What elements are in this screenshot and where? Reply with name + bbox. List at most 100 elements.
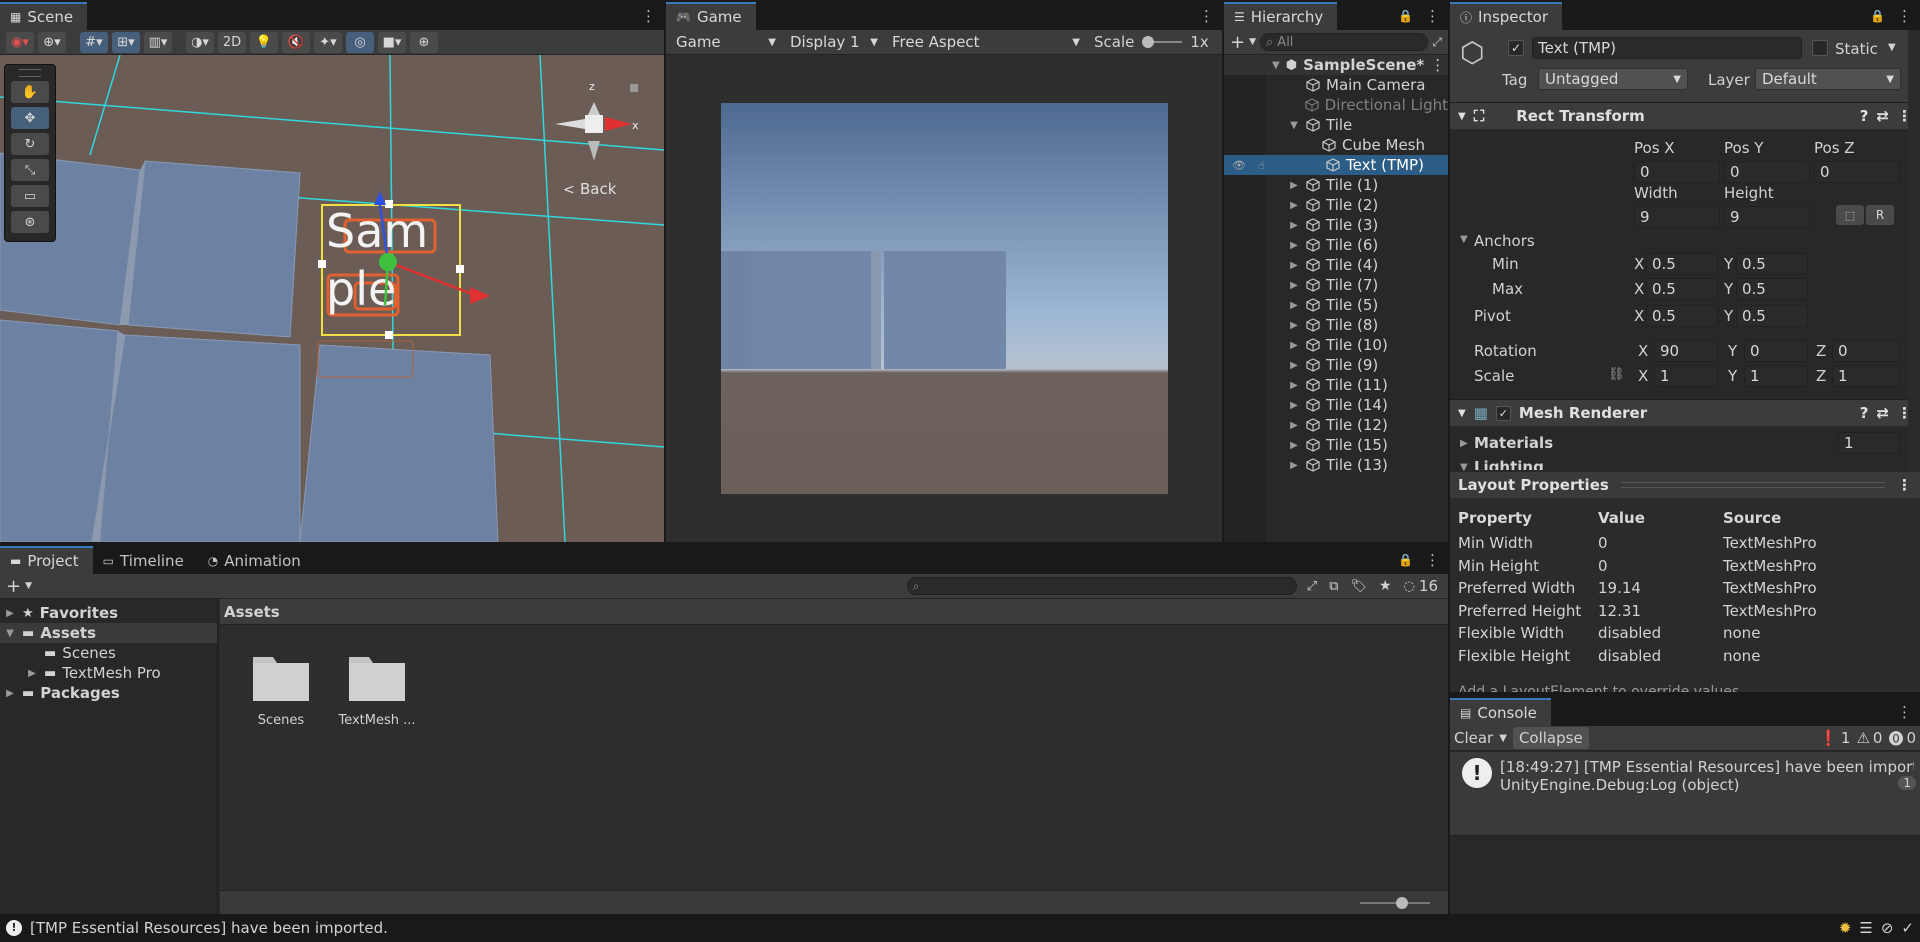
scale-z-input[interactable]: 1 bbox=[1832, 365, 1900, 387]
expand-arrow-icon[interactable]: ▶ bbox=[1288, 400, 1300, 411]
gizmos-icon[interactable]: ⊕ bbox=[410, 31, 438, 53]
expand-arrow-icon[interactable]: ▶ bbox=[1288, 420, 1300, 431]
more-menu-icon[interactable]: ⋮ bbox=[1430, 56, 1448, 74]
help-icon[interactable]: ? bbox=[1860, 107, 1869, 125]
expand-arrow-icon[interactable]: ▶ bbox=[1288, 320, 1300, 331]
hierarchy-search-input[interactable]: ⌕ All bbox=[1260, 33, 1429, 51]
hierarchy-item[interactable]: Directional Light bbox=[1224, 95, 1448, 115]
log-toggle[interactable]: ❗ 1 bbox=[1819, 729, 1850, 747]
add-icon[interactable]: + bbox=[1230, 32, 1245, 53]
asset-tile[interactable]: TextMesh ... bbox=[338, 649, 416, 728]
hierarchy-item[interactable]: Main Camera bbox=[1224, 75, 1448, 95]
hierarchy-item[interactable]: ▶ Tile (3) bbox=[1224, 215, 1448, 235]
mesh-renderer-enabled-checkbox[interactable]: ✓ bbox=[1495, 405, 1511, 421]
anchor-max-x-input[interactable]: 0.5 bbox=[1646, 278, 1718, 300]
asset-tile[interactable]: Scenes bbox=[242, 649, 320, 728]
add-icon[interactable]: + bbox=[6, 576, 21, 597]
collapse-arrow-icon[interactable]: ▼ bbox=[1272, 60, 1280, 71]
search-mode-icon[interactable]: ⤢ bbox=[1307, 579, 1317, 594]
layer-dropdown[interactable]: Default ▼ bbox=[1755, 68, 1901, 90]
tab-inspector[interactable]: ⓘ Inspector bbox=[1450, 2, 1562, 30]
anchor-min-x-input[interactable]: 0.5 bbox=[1646, 253, 1718, 275]
collapse-button[interactable]: Collapse bbox=[1512, 727, 1589, 749]
inspector-scrollbar[interactable] bbox=[1908, 30, 1920, 472]
scene-viewport[interactable]: Sam ple x z Back < bbox=[0, 55, 664, 542]
rect-tool-icon[interactable]: ▭ bbox=[11, 185, 49, 207]
drag-handle-icon[interactable] bbox=[19, 69, 41, 77]
expand-arrow-icon[interactable]: ▶ bbox=[1288, 220, 1300, 231]
clear-button[interactable]: Clear bbox=[1454, 729, 1493, 747]
anchor-max-y-input[interactable]: 0.5 bbox=[1736, 278, 1808, 300]
chevron-down-icon[interactable]: ▼ bbox=[1499, 733, 1507, 744]
transform-tool-icon[interactable]: ⊛ bbox=[11, 211, 49, 233]
preset-icon[interactable]: ⇄ bbox=[1876, 107, 1889, 125]
progress-icon[interactable]: ✹ bbox=[1839, 919, 1852, 937]
blueprint-mode-button[interactable]: ⬚ bbox=[1836, 205, 1864, 225]
console-log-entry[interactable]: ! [18:49:27] [TMP Essential Resources] h… bbox=[1450, 752, 1920, 836]
increment-snap-icon[interactable]: ⊞▾ bbox=[112, 31, 140, 53]
scale-slider[interactable] bbox=[1142, 35, 1183, 49]
lock-icon[interactable]: 🔒 bbox=[1398, 553, 1413, 567]
camera-icon[interactable]: ■▾ bbox=[378, 31, 406, 53]
expand-arrow-icon[interactable]: ▶ bbox=[1288, 280, 1300, 291]
hierarchy-item[interactable]: ▶ Tile (4) bbox=[1224, 255, 1448, 275]
mesh-renderer-header[interactable]: ▼ ▦ ✓ Mesh Renderer ? ⇄ ⋮ bbox=[1450, 399, 1920, 427]
hidden-packages-icon[interactable]: ◌ bbox=[1404, 579, 1415, 594]
debug-icon[interactable]: ⊘ bbox=[1881, 919, 1894, 937]
fold-arrow-icon[interactable]: ▼ bbox=[1460, 462, 1468, 472]
project-tree-item[interactable]: ▶ ▬ TextMesh Pro bbox=[0, 663, 217, 683]
error-toggle[interactable]: ⓿0 bbox=[1888, 728, 1916, 749]
cache-icon[interactable]: ☰ bbox=[1859, 919, 1872, 937]
tab-console[interactable]: ▤ Console bbox=[1450, 698, 1551, 726]
filter-type-icon[interactable]: ⧉ bbox=[1329, 579, 1338, 594]
height-input[interactable]: 9 bbox=[1724, 206, 1810, 228]
audio-toggle-icon[interactable]: 🔇 bbox=[282, 31, 310, 53]
expand-arrow-icon[interactable]: ▶ bbox=[1288, 340, 1300, 351]
hierarchy-item[interactable]: ▶ Tile (1) bbox=[1224, 175, 1448, 195]
expand-arrow-icon[interactable]: ▶ bbox=[1288, 380, 1300, 391]
hierarchy-item[interactable]: ▶ Tile (5) bbox=[1224, 295, 1448, 315]
expand-arrow-icon[interactable]: ▶ bbox=[1288, 200, 1300, 211]
game-viewport[interactable] bbox=[666, 55, 1222, 542]
expand-arrow-icon[interactable]: ▼ bbox=[1288, 120, 1300, 131]
hidden-objects-icon[interactable]: ◎ bbox=[346, 31, 374, 53]
draw-mode-icon[interactable]: ◉▾ bbox=[6, 31, 34, 53]
expand-arrow-icon[interactable]: ▼ bbox=[4, 628, 16, 639]
hand-tool-icon[interactable]: ✋ bbox=[11, 81, 49, 103]
hierarchy-item[interactable]: ▶ Tile (13) bbox=[1224, 455, 1448, 475]
hierarchy-item[interactable]: ▼ Tile bbox=[1224, 115, 1448, 135]
lock-icon[interactable]: 🔒 bbox=[1870, 9, 1885, 23]
tab-hierarchy[interactable]: ☰ Hierarchy bbox=[1224, 2, 1338, 30]
tab-project[interactable]: ▬ Project bbox=[0, 546, 93, 574]
tab-game[interactable]: 🎮 Game bbox=[666, 2, 756, 30]
favorite-star-icon[interactable]: ★ bbox=[1379, 578, 1392, 594]
warning-toggle[interactable]: ⚠ 0 bbox=[1856, 729, 1882, 747]
project-tree-item[interactable]: ▶ ▬ Packages bbox=[0, 683, 217, 703]
hierarchy-item[interactable]: ▶ Tile (11) bbox=[1224, 375, 1448, 395]
pos-z-input[interactable]: 0 bbox=[1814, 161, 1900, 183]
expand-icon[interactable]: ⤢ bbox=[1432, 35, 1442, 50]
hierarchy-item[interactable]: ▶ Tile (2) bbox=[1224, 195, 1448, 215]
preset-icon[interactable]: ⇄ bbox=[1876, 404, 1889, 422]
more-menu-icon[interactable]: ⋮ bbox=[1897, 476, 1912, 494]
game-mode-dropdown[interactable]: Game ▼ bbox=[670, 31, 782, 53]
hierarchy-item[interactable]: ▶ Tile (6) bbox=[1224, 235, 1448, 255]
lock-icon[interactable]: 🔒 bbox=[1398, 9, 1413, 23]
scene-root[interactable]: ▼ ⬢ SampleScene* ⋮ bbox=[1224, 55, 1448, 75]
pivot-x-input[interactable]: 0.5 bbox=[1646, 305, 1718, 327]
materials-count-input[interactable]: 1 bbox=[1838, 432, 1900, 454]
layout-properties-header[interactable]: Layout Properties ⋮ bbox=[1450, 472, 1920, 498]
raw-edit-button[interactable]: R bbox=[1866, 205, 1894, 225]
width-input[interactable]: 9 bbox=[1634, 206, 1720, 228]
hierarchy-item[interactable]: 👁 ☝ Text (TMP) bbox=[1224, 155, 1448, 175]
tab-animation[interactable]: ◔ Animation bbox=[198, 546, 315, 574]
rotate-tool-icon[interactable]: ↻ bbox=[11, 133, 49, 155]
effects-icon[interactable]: ✦▾ bbox=[314, 31, 342, 53]
hierarchy-item[interactable]: ▶ Tile (10) bbox=[1224, 335, 1448, 355]
aspect-dropdown[interactable]: Free Aspect ▼ bbox=[886, 31, 1086, 53]
object-name-input[interactable]: Text (TMP) bbox=[1532, 37, 1802, 59]
grid-visibility-icon[interactable]: ▥▾ bbox=[144, 31, 172, 53]
tag-dropdown[interactable]: Untagged ▼ bbox=[1538, 68, 1688, 90]
hierarchy-item[interactable]: ▶ Tile (12) bbox=[1224, 415, 1448, 435]
scale-x-input[interactable]: 1 bbox=[1654, 365, 1718, 387]
